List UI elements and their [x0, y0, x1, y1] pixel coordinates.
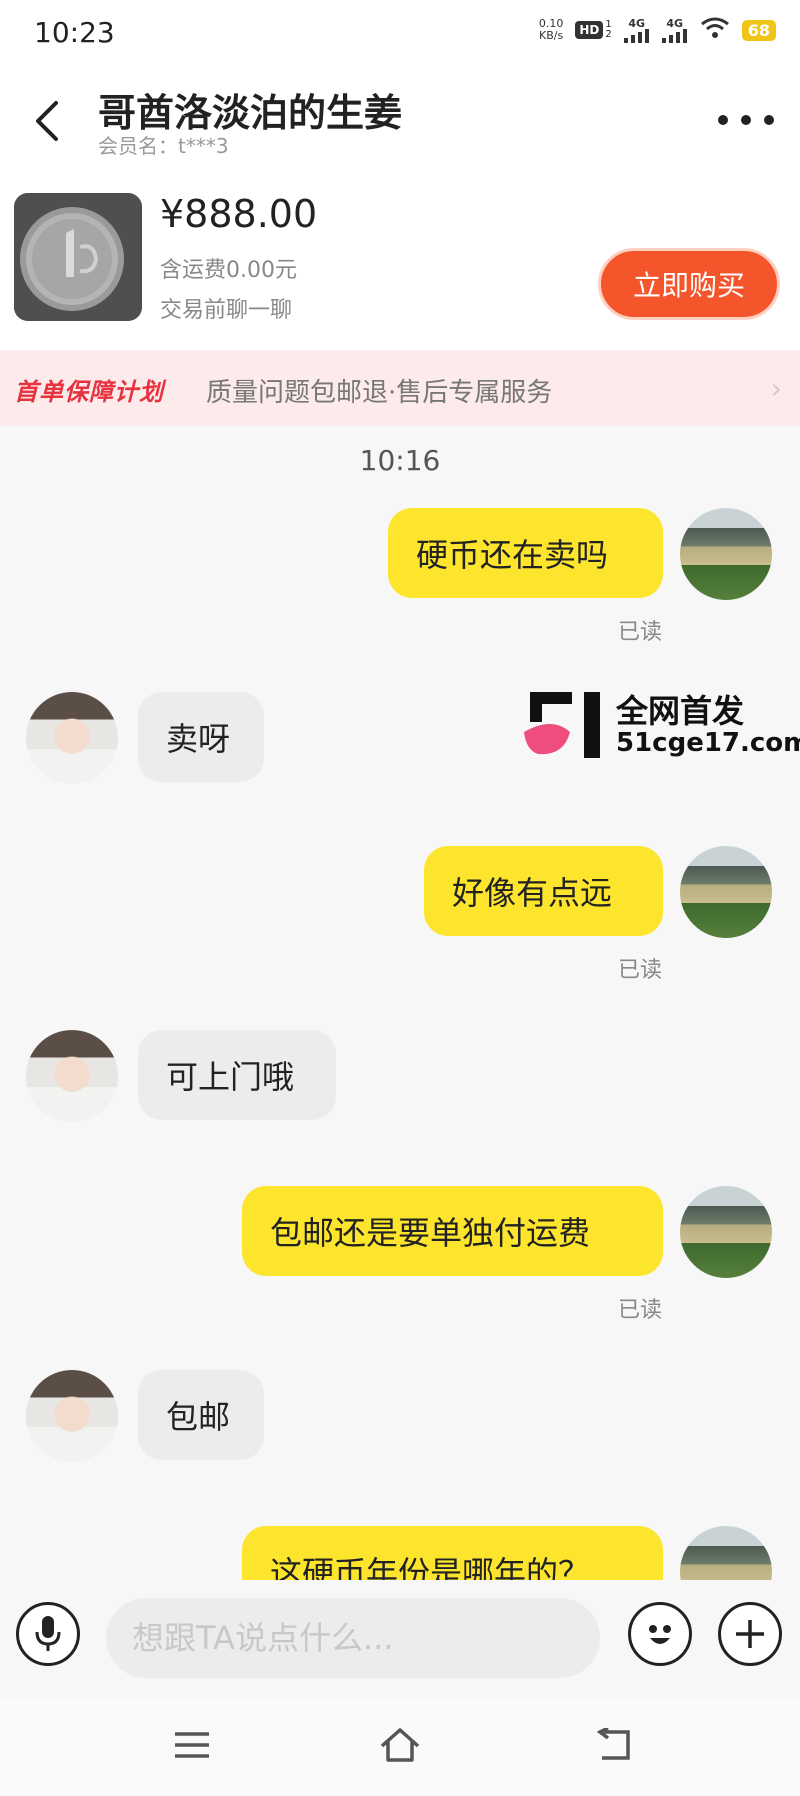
product-price: ¥888.00 [160, 192, 318, 236]
hd-icon: HD 1 2 [575, 20, 612, 40]
my-avatar[interactable] [680, 1186, 772, 1278]
return-icon [596, 1728, 630, 1760]
input-bar [0, 1580, 800, 1698]
emoji-button[interactable] [628, 1602, 692, 1666]
product-image[interactable] [14, 193, 142, 321]
other-avatar[interactable] [26, 692, 118, 784]
home-icon [380, 1728, 420, 1762]
my-message-bubble[interactable]: 包邮还是要单独付运费 [242, 1186, 663, 1276]
signal-icon: 4G [661, 18, 688, 43]
my-avatar[interactable] [680, 508, 772, 600]
message-clip: 这硬币年份是哪年的？ [0, 1520, 800, 1580]
smiley-icon [649, 1625, 671, 1644]
my-message-bubble[interactable]: 好像有点远 [424, 846, 663, 936]
signal-icon: 4G [623, 18, 650, 43]
back-button[interactable] [26, 96, 66, 146]
status-time: 10:23 [34, 16, 115, 49]
chat-timestamp: 10:16 [359, 444, 441, 477]
banner-tag: 首单保障计划 [14, 378, 164, 406]
my-message-bubble[interactable]: 这硬币年份是哪年的？ [242, 1526, 663, 1580]
product-card[interactable]: ¥888.00 含运费0.00元 交易前聊一聊 立即购买 [0, 178, 800, 350]
my-avatar[interactable] [680, 846, 772, 938]
more-button[interactable] [718, 104, 774, 136]
back-nav-button[interactable] [584, 1720, 644, 1770]
watermark-logo [524, 692, 600, 758]
battery-icon: 68 [741, 19, 776, 41]
plus-icon [736, 1620, 764, 1648]
banner-text: 质量问题包邮退·售后专属服务 [206, 378, 553, 408]
other-avatar[interactable] [26, 1030, 118, 1122]
menu-nav-button[interactable] [162, 1720, 222, 1770]
watermark: 全网首发 51cge17.com [524, 684, 800, 768]
status-bar: 10:23 0.10 KB/s HD 1 2 4G 4G 68 [0, 0, 800, 68]
home-nav-button[interactable] [370, 1720, 430, 1770]
my-avatar[interactable] [680, 1526, 772, 1580]
add-button[interactable] [718, 1602, 782, 1666]
read-status: 已读 [618, 1298, 663, 1323]
my-message-bubble[interactable]: 硬币还在卖吗 [388, 508, 663, 598]
status-icons: 0.10 KB/s HD 1 2 4G 4G 68 [539, 16, 776, 44]
read-status: 已读 [618, 620, 663, 645]
read-status: 已读 [618, 958, 663, 983]
watermark-line2: 51cge17.com [616, 728, 800, 758]
network-speed: 0.10 KB/s [538, 17, 564, 42]
other-message-bubble[interactable]: 卖呀 [138, 692, 264, 782]
chat-header: 哥酋洛淡泊的生姜 会员名：t***3 [0, 68, 800, 178]
other-avatar[interactable] [26, 1370, 118, 1462]
other-message-bubble[interactable]: 包邮 [138, 1370, 264, 1460]
message-input[interactable] [106, 1598, 600, 1678]
microphone-icon [35, 1616, 61, 1651]
product-note: 交易前聊一聊 [160, 298, 293, 323]
more-dots-icon [718, 115, 728, 125]
shipping-fee: 含运费0.00元 [160, 258, 297, 283]
other-message-bubble[interactable]: 可上门哦 [138, 1030, 336, 1120]
buy-now-button[interactable]: 立即购买 [598, 248, 780, 320]
member-name: 会员名：t***3 [98, 134, 229, 158]
watermark-line1: 全网首发 [616, 692, 745, 730]
system-nav-bar [0, 1698, 800, 1796]
guarantee-banner[interactable]: 首单保障计划 质量问题包邮退·售后专属服务 › [0, 350, 800, 426]
wifi-icon [700, 16, 730, 44]
chevron-right-icon: › [770, 372, 782, 405]
page-title: 哥酋洛淡泊的生姜 [98, 91, 403, 135]
voice-button[interactable] [16, 1602, 80, 1666]
chevron-left-icon [36, 101, 58, 141]
coin-image [14, 193, 142, 321]
menu-icon [175, 1732, 209, 1758]
